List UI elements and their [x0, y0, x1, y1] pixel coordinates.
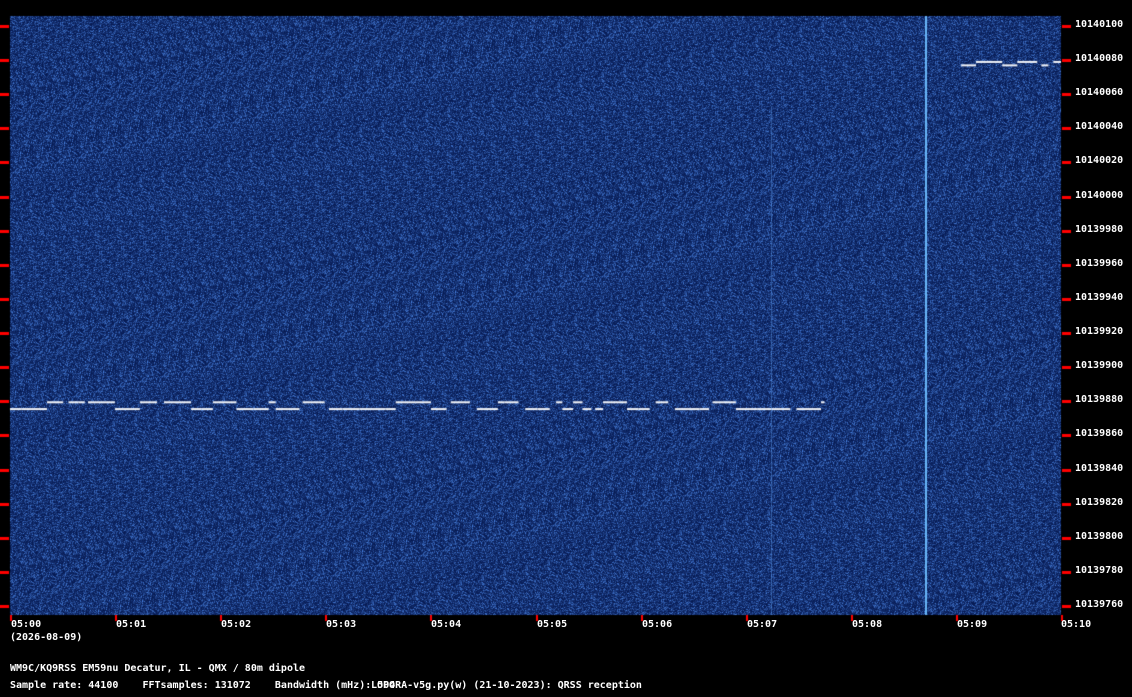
y-tick-label: 10139900 — [1075, 360, 1124, 371]
x-tick-label: 05:09 — [957, 619, 988, 630]
station-info: WM9C/KQ9RSS EM59nu Decatur, IL - QMX / 8… — [10, 663, 306, 674]
x-tick-label: 05:07 — [747, 619, 778, 630]
y-tick-label: 10139860 — [1075, 428, 1124, 439]
y-tick-label: 10140000 — [1075, 190, 1124, 201]
y-tick-label: 10140040 — [1075, 121, 1124, 132]
y-tick-label: 10139840 — [1075, 463, 1124, 474]
x-tick-label: 05:01 — [116, 619, 147, 630]
x-tick-label: 05:05 — [537, 619, 568, 630]
y-tick-label: 10139880 — [1075, 394, 1124, 405]
x-tick-label: 05:00 — [11, 619, 42, 630]
date-label: (2026-08-09) — [10, 632, 83, 643]
y-tick-label: 10139760 — [1075, 599, 1124, 610]
y-tick-label: 10139800 — [1075, 531, 1124, 542]
y-tick-label: 10139980 — [1075, 224, 1124, 235]
y-tick-label: 10140060 — [1075, 87, 1124, 98]
receiver-params: Sample rate: 44100 FFTsamples: 131072 Ba… — [10, 680, 396, 691]
y-tick-label: 10139820 — [1075, 497, 1124, 508]
y-tick-label: 10140100 — [1075, 19, 1124, 30]
waterfall-plot — [0, 0, 1132, 697]
y-tick-label: 10139780 — [1075, 565, 1124, 576]
y-tick-label: 10139960 — [1075, 258, 1124, 269]
x-tick-label: 05:02 — [221, 619, 252, 630]
software-info: LOPORA-v5g.py(w) (21-10-2023): QRSS rece… — [371, 680, 642, 691]
y-tick-label: 10139940 — [1075, 292, 1124, 303]
y-tick-label: 10140080 — [1075, 53, 1124, 64]
y-tick-label: 10139920 — [1075, 326, 1124, 337]
x-tick-label: 05:06 — [642, 619, 673, 630]
x-tick-label: 05:10 — [1061, 619, 1092, 630]
y-tick-label: 10140020 — [1075, 155, 1124, 166]
x-tick-label: 05:03 — [326, 619, 357, 630]
x-tick-label: 05:08 — [852, 619, 883, 630]
x-tick-label: 05:04 — [431, 619, 462, 630]
